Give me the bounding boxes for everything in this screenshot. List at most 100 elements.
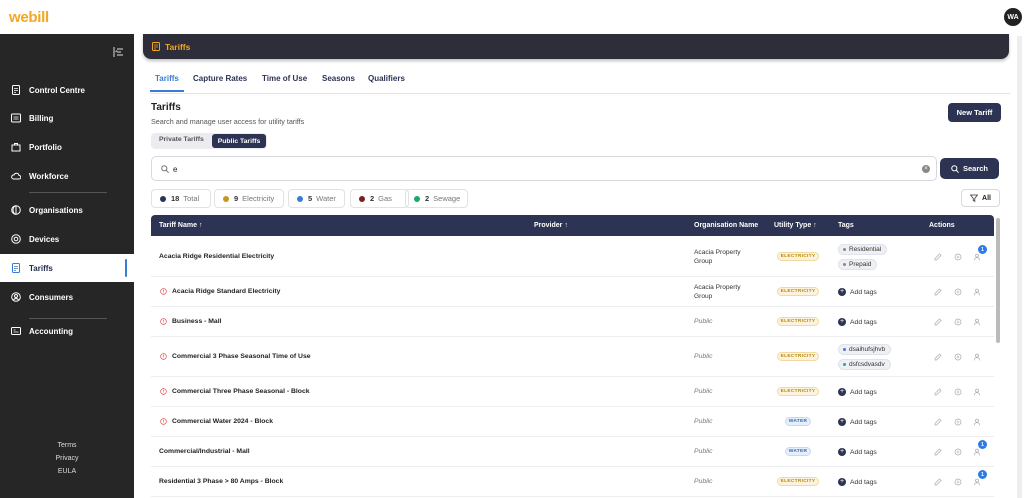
add-tags-button[interactable]: + Add tags (838, 448, 877, 456)
sidebar-item-accounting[interactable]: Accounting (0, 317, 134, 345)
edit-icon[interactable] (934, 388, 942, 396)
col-utility-type[interactable]: Utility Type ↑ (774, 222, 817, 229)
edit-icon[interactable] (934, 253, 942, 261)
tariff-name[interactable]: Business - Mall (172, 318, 221, 325)
table-scrollbar[interactable] (996, 218, 1000, 343)
table-row[interactable]: Acacia Ridge Residential Electricity Acac… (151, 237, 994, 277)
edit-icon[interactable] (934, 448, 942, 456)
add-tags-button[interactable]: + Add tags (838, 288, 877, 296)
tariff-name[interactable]: Acacia Ridge Standard Electricity (172, 288, 280, 295)
tariff-name[interactable]: Commercial Three Phase Seasonal - Block (172, 388, 310, 395)
sync-icon[interactable] (954, 418, 962, 426)
table-row[interactable]: Commercial/Industrial - Mall Public WATER +… (151, 437, 994, 467)
sidebar-item-workforce[interactable]: Workforce (0, 162, 134, 190)
sync-icon[interactable] (954, 318, 962, 326)
add-tags-button[interactable]: + Add tags (838, 478, 877, 486)
tag-dot (843, 248, 846, 251)
edit-icon[interactable] (934, 353, 942, 361)
sidebar-item-label: Accounting (29, 326, 73, 336)
table-row[interactable]: Residential 3 Phase > 80 Amps - Block Pub… (151, 467, 994, 497)
tag-pill[interactable]: dsfcsdvasdv (838, 359, 891, 370)
sidebar-item-tariffs[interactable]: Tariffs (0, 254, 134, 282)
tab-qualifiers[interactable]: Qualifiers (368, 74, 405, 83)
search-field[interactable]: e × (151, 156, 937, 181)
user-access-icon[interactable] (973, 478, 981, 486)
user-access-icon[interactable] (973, 388, 981, 396)
tab-seasons[interactable]: Seasons (322, 74, 355, 83)
user-access-icon[interactable] (973, 318, 981, 326)
add-tags-button[interactable]: + Add tags (838, 388, 877, 396)
page-scrollbar[interactable] (1017, 36, 1022, 498)
add-tags-button[interactable]: + Add tags (838, 418, 877, 426)
sync-icon[interactable] (954, 253, 962, 261)
sync-icon[interactable] (954, 353, 962, 361)
table-row[interactable]: Commercial Water 2024 - Block Public WATER… (151, 407, 994, 437)
filter-chip-sewage[interactable]: 2 Sewage (405, 189, 468, 208)
filter-chip-total[interactable]: 18 Total (151, 189, 211, 208)
filter-chip-water[interactable]: 5 Water (288, 189, 345, 208)
table-row[interactable]: Commercial 3 Phase Seasonal Time of Use P… (151, 337, 994, 377)
filter-chip-gas[interactable]: 2 Gas (350, 189, 409, 208)
sidebar-item-consumers[interactable]: Consumers (0, 283, 134, 311)
sync-icon[interactable] (954, 478, 962, 486)
warning-icon (160, 353, 167, 360)
filter-dot (297, 195, 303, 202)
sidebar-item-organisations[interactable]: Organisations (0, 196, 134, 224)
user-access-icon[interactable] (973, 253, 981, 261)
private-tariffs-option[interactable]: Private Tariffs (159, 136, 204, 143)
sidebar-item-label: Billing (29, 113, 54, 123)
public-tariffs-option[interactable]: Public Tariffs (212, 134, 266, 148)
top-bar: webill WA (0, 0, 1024, 34)
col-provider[interactable]: Provider ↑ (534, 222, 568, 229)
user-access-icon[interactable] (973, 353, 981, 361)
sync-icon[interactable] (954, 448, 962, 456)
new-tariff-button[interactable]: New Tariff (948, 103, 1001, 122)
edit-icon[interactable] (934, 478, 942, 486)
tariff-name[interactable]: Commercial/Industrial - Mall (159, 448, 250, 455)
tariff-name[interactable]: Commercial Water 2024 - Block (172, 418, 273, 425)
sidebar-item-devices[interactable]: Devices (0, 225, 134, 253)
sidebar-item-portfolio[interactable]: Portfolio (0, 133, 134, 161)
add-tags-button[interactable]: + Add tags (838, 318, 877, 326)
eula-link[interactable]: EULA (0, 468, 134, 475)
edit-icon[interactable] (934, 288, 942, 296)
sidebar-item-billing[interactable]: Billing (0, 104, 134, 132)
terms-link[interactable]: Terms (0, 442, 134, 449)
filter-all-button[interactable]: All (961, 189, 1000, 207)
organisation-name: Public (694, 478, 713, 485)
table-row[interactable]: Commercial Three Phase Seasonal - Block P… (151, 377, 994, 407)
sync-icon[interactable] (954, 388, 962, 396)
user-access-icon[interactable] (973, 288, 981, 296)
webill-logo[interactable]: webill (9, 9, 49, 26)
user-avatar[interactable]: WA (1004, 8, 1022, 26)
col-utility-type-label: Utility Type (774, 222, 812, 229)
col-tariff-name[interactable]: Tariff Name ↑ (159, 222, 202, 229)
user-access-icon[interactable] (973, 448, 981, 456)
tab-time-of-use[interactable]: Time of Use (262, 74, 307, 83)
edit-icon[interactable] (934, 418, 942, 426)
tag-pill[interactable]: Prepaid (838, 259, 878, 270)
table-row[interactable]: Business - Mall Public ELECTRICITY + Add tag… (151, 307, 994, 337)
tariff-name[interactable]: Commercial 3 Phase Seasonal Time of Use (172, 353, 311, 360)
search-input[interactable]: e (173, 165, 177, 174)
tariff-name[interactable]: Residential 3 Phase > 80 Amps - Block (159, 478, 283, 485)
tab-tariffs[interactable]: Tariffs (150, 74, 184, 92)
privacy-link[interactable]: Privacy (0, 455, 134, 462)
organisation-name: Public (694, 388, 713, 395)
tab-capture-rates[interactable]: Capture Rates (193, 74, 247, 83)
search-button[interactable]: Search (940, 158, 999, 179)
sidebar-item-control-centre[interactable]: Control Centre (0, 76, 134, 104)
edit-icon[interactable] (934, 318, 942, 326)
clear-search-icon[interactable]: × (922, 165, 930, 173)
collapse-sidebar-icon[interactable] (112, 46, 124, 58)
tag-pill[interactable]: Residential (838, 244, 888, 255)
billing-icon (11, 113, 21, 123)
user-access-icon[interactable] (973, 418, 981, 426)
tariff-name[interactable]: Acacia Ridge Residential Electricity (159, 253, 274, 260)
tag-pill[interactable]: dsaihufsjhvb (838, 344, 892, 355)
filter-chip-electricity[interactable]: 9 Electricity (214, 189, 284, 208)
sync-icon[interactable] (954, 288, 962, 296)
table-row[interactable]: Acacia Ridge Standard Electricity Acacia … (151, 277, 994, 307)
filter-count: 2 (370, 194, 375, 203)
plus-icon: + (838, 288, 846, 296)
